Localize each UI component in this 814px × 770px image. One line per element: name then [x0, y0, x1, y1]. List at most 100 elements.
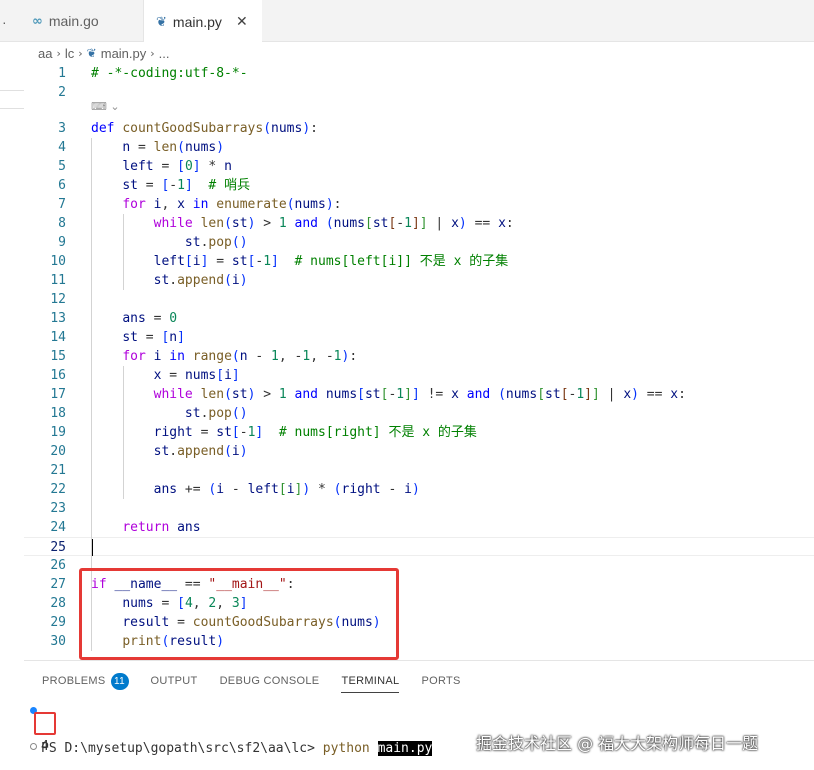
- tab-label: TERMINAL: [341, 674, 400, 687]
- indent-guide: [123, 366, 124, 499]
- tab-label: main.py: [172, 14, 222, 30]
- breadcrumb-item-file[interactable]: main.py: [101, 46, 147, 61]
- tab-ports[interactable]: PORTS: [421, 669, 460, 693]
- line-number: 25: [50, 540, 66, 555]
- breadcrumb: aa › lc › ❦ main.py › ...: [38, 42, 170, 64]
- code-line: 16 x = nums[i]: [24, 366, 814, 385]
- highlight-box: [79, 568, 399, 660]
- breadcrumb-item-lc[interactable]: lc: [65, 46, 74, 61]
- code-line: 6 st = [-1] # 哨兵: [24, 176, 814, 195]
- code-line: 11 st.append(i): [24, 271, 814, 290]
- code-line: 5 left = [0] * n: [24, 157, 814, 176]
- code-text: left[i] = st[-1] # nums[left[i]] 不是 x 的子…: [153, 254, 509, 269]
- line-number: 28: [50, 596, 66, 611]
- code-text: right = st[-1] # nums[right] 不是 x 的子集: [153, 425, 477, 440]
- line-number: 4: [58, 140, 66, 155]
- terminal-prompt: PS D:\mysetup\gopath\src\sf2\aa\lc>: [41, 741, 315, 756]
- line-number: 2: [58, 85, 66, 100]
- code-line-current: 25: [24, 537, 814, 556]
- code-line: 1 # -*-coding:utf-8-*-: [24, 64, 814, 83]
- codelens-icon[interactable]: ⌨ ⌄: [91, 100, 120, 113]
- tab-terminal[interactable]: TERMINAL: [341, 669, 400, 693]
- code-line: 9 st.pop(): [24, 233, 814, 252]
- code-text: st.pop(): [184, 235, 248, 250]
- code-text: st.append(i): [153, 444, 248, 459]
- command-pending-icon[interactable]: [30, 743, 37, 750]
- code-line: 2: [24, 83, 814, 102]
- line-number: 18: [50, 406, 66, 421]
- panel-tabs: PROBLEMS 11 OUTPUT DEBUG CONSOLE TERMINA…: [42, 669, 483, 693]
- tab-main-py[interactable]: ❦ main.py ✕: [144, 0, 262, 43]
- code-text: for i in range(n - 1, -1, -1):: [122, 349, 358, 364]
- python-icon: ❦: [156, 14, 167, 30]
- divider: [0, 90, 24, 91]
- code-line: 8 while len(st) > 1 and (nums[st[-1]] | …: [24, 214, 814, 233]
- breadcrumb-item-aa[interactable]: aa: [38, 46, 52, 61]
- code-text: for i, x in enumerate(nums):: [122, 197, 342, 212]
- code-text: x = nums[i]: [153, 368, 240, 383]
- line-number: 13: [50, 311, 66, 326]
- line-number: 30: [50, 634, 66, 649]
- tab-problems[interactable]: PROBLEMS 11: [42, 669, 129, 693]
- left-strip: [0, 64, 24, 664]
- indent-guide: [91, 138, 92, 594]
- code-line: 20 st.append(i): [24, 442, 814, 461]
- line-number: 12: [50, 292, 66, 307]
- breadcrumb-item-symbols[interactable]: ...: [159, 46, 170, 61]
- code-line: 12: [24, 290, 814, 309]
- go-icon: ∞: [32, 13, 43, 29]
- code-text: st = [-1] # 哨兵: [122, 178, 251, 193]
- line-number: 5: [58, 159, 66, 174]
- line-number: 26: [50, 558, 66, 573]
- code-text: return ans: [122, 520, 201, 535]
- editor-tab-bar: · ∞ main.go ❦ main.py ✕: [0, 0, 814, 43]
- code-text: n = len(nums): [122, 140, 225, 155]
- terminal-command: python: [322, 741, 370, 756]
- line-number: 23: [50, 501, 66, 516]
- code-line: 15 for i in range(n - 1, -1, -1):: [24, 347, 814, 366]
- line-number: 19: [50, 425, 66, 440]
- divider: [0, 108, 24, 109]
- line-number: 29: [50, 615, 66, 630]
- tab-debug-console[interactable]: DEBUG CONSOLE: [220, 669, 320, 693]
- code-text: left = [0] * n: [122, 159, 232, 174]
- more-actions-icon[interactable]: ·: [2, 14, 7, 30]
- code-text: while len(st) > 1 and (nums[st[-1]] | x)…: [153, 216, 514, 231]
- code-line: 19 right = st[-1] # nums[right] 不是 x 的子集: [24, 423, 814, 442]
- tab-label: main.go: [48, 13, 99, 29]
- problems-count-badge: 11: [110, 672, 129, 690]
- code-line: 10 left[i] = st[-1] # nums[left[i]] 不是 x…: [24, 252, 814, 271]
- code-text: st.pop(): [184, 406, 248, 421]
- close-icon[interactable]: ✕: [236, 14, 248, 30]
- line-number: 3: [58, 121, 66, 136]
- code-line: 22 ans += (i - left[i]) * (right - i): [24, 480, 814, 499]
- code-line: 24 return ans: [24, 518, 814, 537]
- python-icon: ❦: [86, 46, 97, 60]
- code-text: def countGoodSubarrays(nums):: [91, 121, 318, 136]
- line-number: 21: [50, 463, 66, 478]
- code-line: 3 def countGoodSubarrays(nums):: [24, 119, 814, 138]
- code-text: ans += (i - left[i]) * (right - i): [153, 482, 420, 497]
- terminal-argument: main.py: [377, 741, 433, 756]
- code-line: 18 st.pop(): [24, 404, 814, 423]
- line-number: 14: [50, 330, 66, 345]
- terminal-text: PS D:\mysetup\gopath\src\sf2\aa\lc> pyth…: [41, 739, 433, 758]
- line-number: 10: [50, 254, 66, 269]
- tab-label: DEBUG CONSOLE: [219, 675, 320, 687]
- line-number: 6: [58, 178, 66, 193]
- code-line: 23: [24, 499, 814, 518]
- chevron-right-icon: ›: [56, 46, 61, 60]
- line-number: 7: [58, 197, 66, 212]
- chevron-right-icon: ›: [78, 46, 83, 60]
- tab-label: OUTPUT: [150, 675, 198, 687]
- line-number: 22: [50, 482, 66, 497]
- tab-label: PROBLEMS: [42, 675, 106, 687]
- tab-output[interactable]: OUTPUT: [151, 669, 198, 693]
- code-line: 4 n = len(nums): [24, 138, 814, 157]
- watermark: 掘金技术社区 @ 福大大架构师每日一题: [476, 734, 759, 753]
- line-number: 24: [50, 520, 66, 535]
- line-number: 1: [58, 66, 66, 81]
- indent-guide: [123, 214, 124, 290]
- tab-main-go[interactable]: ∞ main.go: [24, 0, 144, 42]
- line-number: 15: [50, 349, 66, 364]
